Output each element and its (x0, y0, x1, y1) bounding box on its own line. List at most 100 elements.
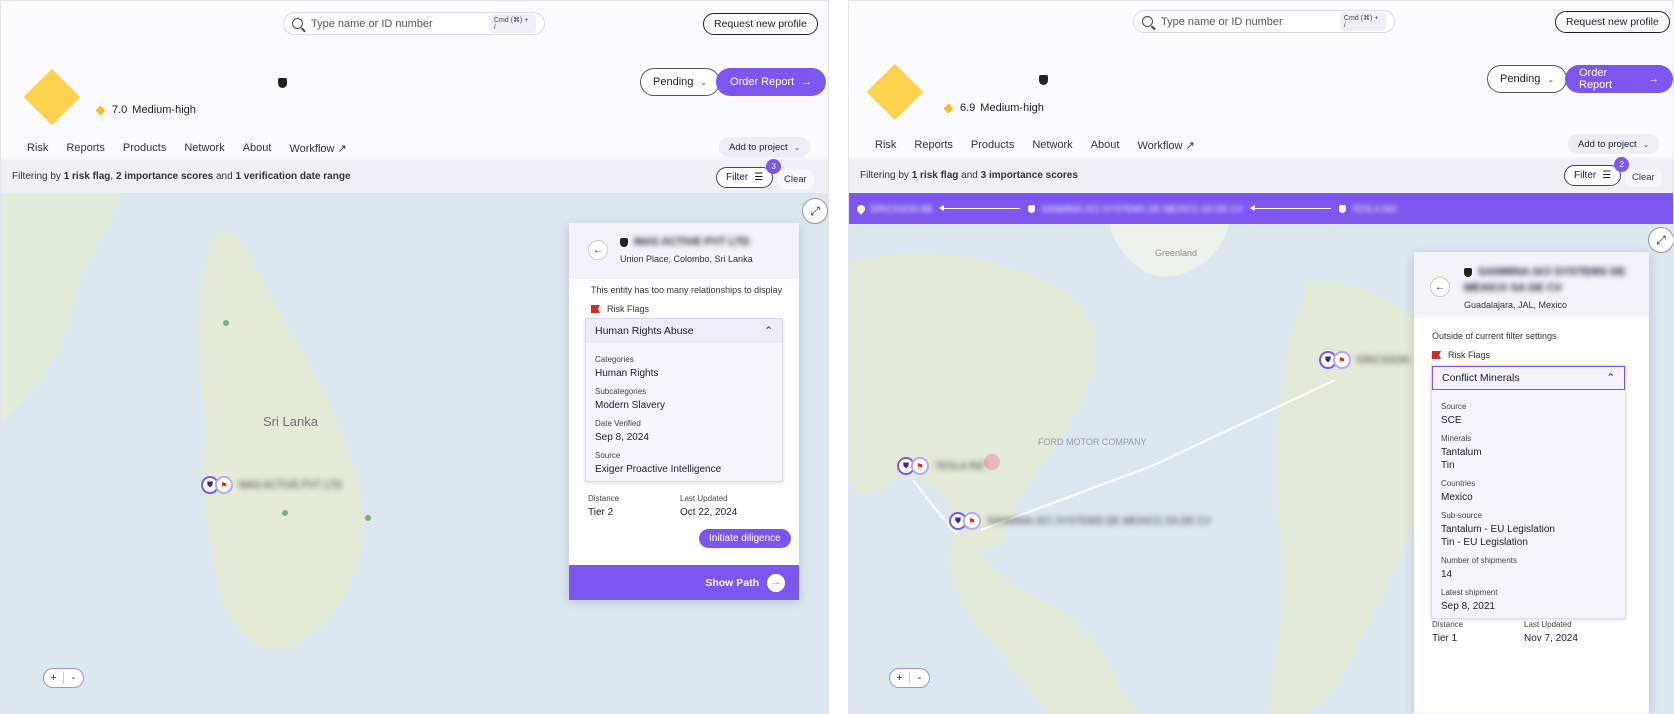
risk-score: 7.0 Medium-high (95, 104, 196, 116)
path-entity-name: TESLA INC (1351, 203, 1398, 214)
updated-label: Last Updated (680, 494, 728, 503)
distance-column: Distance Tier 2 (588, 487, 680, 519)
card-title-row: MAS ACTIVE PVT LTD (620, 236, 750, 248)
pending-status-button[interactable]: Pending ⌄ (1487, 65, 1568, 93)
updated-value: Oct 22, 2024 (680, 507, 738, 518)
tab-workflow[interactable]: Workflow ↗ (1137, 139, 1194, 161)
card-location: Union Place, Colombo, Sri Lanka (620, 254, 753, 264)
add-to-project-button[interactable]: Add to project ⌄ (1568, 134, 1660, 154)
entity-node[interactable]: ⛊ ⚑ SANMINA-SCI SYSTEMS DE MEXICO SA DE … (949, 512, 1211, 530)
field-label: Subcategories (595, 387, 647, 396)
filter-summary-bar: Filtering by 1 risk flag and 3 importanc… (849, 159, 1673, 192)
map-greenland-label: Greenland (1155, 248, 1198, 258)
tab-about[interactable]: About (1091, 139, 1120, 161)
search-box[interactable]: Cmd (⌘) + / (1133, 10, 1395, 33)
chevron-down-icon: ⌄ (700, 77, 708, 87)
tab-products[interactable]: Products (971, 139, 1014, 161)
chevron-down-icon: ⌄ (793, 142, 801, 152)
add-project-label: Add to project (729, 141, 788, 153)
pending-status-button[interactable]: Pending ⌄ (640, 68, 721, 96)
filter-button[interactable]: Filter ☰ 3 (716, 159, 782, 188)
north-america-landmass (849, 254, 1096, 551)
initiate-diligence-button[interactable]: Initiate diligence (699, 529, 791, 548)
network-map[interactable]: Greenland FORD MOTOR COMPANY ⛊ ⚑ TESLA I… (849, 224, 1673, 713)
flag-icon: ⚑ (963, 512, 981, 530)
flag-icon: ⚑ (215, 476, 233, 494)
zoom-out-button[interactable]: - (64, 672, 83, 684)
zoom-controls: + - (889, 668, 930, 688)
field-label: Categories (595, 355, 634, 364)
score-value: 6.9 (960, 102, 976, 114)
zoom-in-button[interactable]: + (44, 672, 63, 684)
clear-filter-button[interactable]: Clear (777, 170, 814, 189)
filter-summary-part: 1 verification date range (235, 171, 351, 182)
network-map[interactable]: Sri Lanka ⛊ ⚑ MAS ACTIVE PVT LTD ⤢ + - ←… (1, 193, 828, 713)
back-arrow-icon[interactable]: ← (588, 240, 608, 260)
flag-icon: ⚑ (1333, 351, 1351, 369)
show-path-button[interactable]: Show Path → (569, 565, 799, 600)
request-new-profile-button[interactable]: Request new profile (703, 13, 818, 35)
flag-icon (591, 305, 600, 313)
entity-node[interactable]: ⛊ ⚑ ERICSSON (1319, 351, 1409, 369)
risk-flag-accordion[interactable]: Conflict Minerals ⌃ Source SCE Minerals Tan… (1431, 365, 1626, 619)
entity-node[interactable]: ⛊ ⚑ MAS ACTIVE PVT LTD (201, 476, 342, 494)
field-value: Human Rights (595, 368, 659, 379)
expand-icon[interactable]: ⤢ (802, 198, 828, 224)
expand-icon[interactable]: ⤢ (1648, 227, 1673, 253)
field-label: Number of shipments (1441, 556, 1518, 565)
path-item[interactable]: SANMINA-SCI SYSTEMS DE MEXICO SA DE CV (1028, 204, 1243, 214)
filter-summary-part: 2 importance scores (115, 171, 214, 182)
arrow-left-icon (1249, 205, 1331, 211)
path-item[interactable]: ERICSSON AB (855, 202, 933, 215)
shield-icon (1338, 204, 1346, 213)
field-value: Tantalum - EU Legislation Tin - EU Legis… (1441, 524, 1555, 548)
accordion-body: Source SCE Minerals Tantalum Tin Countries Me… (1432, 390, 1625, 618)
risk-flag-accordion[interactable]: Human Rights Abuse ⌃ Categories Human Rig… (585, 318, 783, 482)
search-input[interactable] (1161, 15, 1340, 28)
node-label: ERICSSON (1357, 354, 1410, 366)
tab-risk[interactable]: Risk (875, 139, 896, 161)
clear-filter-button[interactable]: Clear (1625, 168, 1662, 187)
shield-icon (1039, 75, 1048, 85)
order-report-button[interactable]: Order Report → (1565, 65, 1673, 93)
back-arrow-icon[interactable]: ← (1430, 277, 1450, 297)
order-label: Order Report (730, 76, 795, 88)
order-report-button[interactable]: Order Report → (716, 68, 827, 96)
search-input[interactable] (311, 17, 490, 30)
filter-summary-part: Filtering by (860, 170, 912, 181)
arrow-right-icon: → (801, 76, 813, 88)
score-diamond-icon (95, 105, 106, 115)
sri-lanka-landmass (200, 231, 365, 650)
field-value: SCE (1441, 415, 1462, 426)
request-new-profile-button[interactable]: Request new profile (1555, 11, 1670, 33)
zoom-in-button[interactable]: + (890, 672, 909, 684)
path-item[interactable]: TESLA INC (1338, 203, 1398, 214)
filter-button[interactable]: Filter ☰ 2 (1564, 157, 1630, 186)
tab-network[interactable]: Network (1032, 139, 1074, 161)
zoom-out-button[interactable]: - (910, 672, 929, 684)
entity-node[interactable]: ⛊ ⚑ TESLA INC (897, 457, 986, 475)
tab-reports[interactable]: Reports (914, 139, 953, 161)
add-to-project-button[interactable]: Add to project ⌄ (719, 137, 811, 157)
accordion-header[interactable]: Human Rights Abuse ⌃ (586, 319, 782, 343)
score-label: Medium-high (980, 102, 1044, 114)
chevron-down-icon: ⌄ (1642, 139, 1650, 149)
card-header: ← SANMINA-SCI SYSTEMS DE MEXICO SA DE CV… (1414, 252, 1649, 318)
distance-value: Tier 1 (1432, 633, 1458, 644)
filter-summary-part: and (958, 170, 981, 181)
risk-flags-text: Risk Flags (607, 304, 650, 314)
right-profile-panel: Cmd (⌘) + / Request new profile 6.9 Medi… (848, 0, 1674, 714)
field-label: Countries (1441, 479, 1476, 488)
accordion-header[interactable]: Conflict Minerals ⌃ (1432, 366, 1625, 390)
path-entity-name: ERICSSON AB (871, 203, 933, 214)
search-box[interactable]: Cmd (⌘) + / (283, 12, 545, 35)
card-note: This entity has too many relationships t… (591, 285, 783, 295)
map-country-label: Sri Lanka (263, 414, 318, 429)
field-label: Sub-source (1441, 511, 1482, 520)
chevron-up-icon: ⌃ (1606, 372, 1615, 384)
risk-flags-text: Risk Flags (1448, 350, 1491, 360)
top-bar: Cmd (⌘) + / Request new profile (1, 1, 828, 47)
shield-icon (1464, 267, 1472, 277)
profile-header (1, 47, 828, 157)
search-icon (292, 18, 303, 29)
